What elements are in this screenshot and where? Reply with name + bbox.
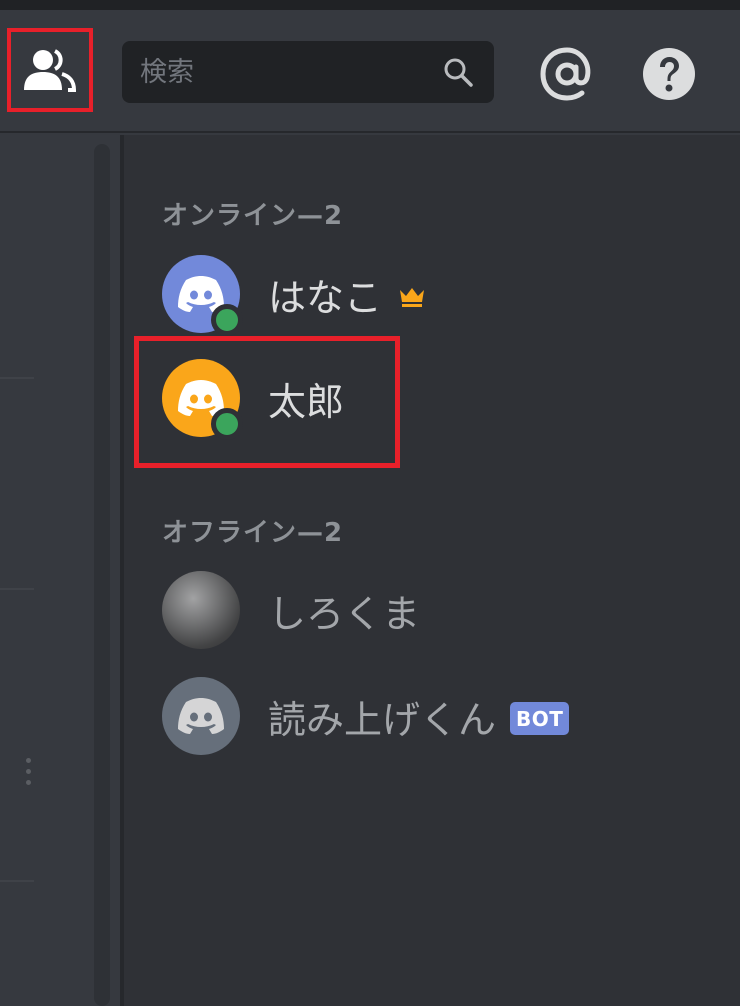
- chat-scrollbar[interactable]: [94, 144, 110, 1006]
- avatar: [162, 677, 240, 755]
- member-item[interactable]: しろくま: [162, 569, 722, 651]
- bot-tag: BOT: [510, 701, 570, 735]
- avatar: [162, 255, 243, 336]
- member-list-toggle-button[interactable]: [7, 28, 93, 112]
- search-input[interactable]: [138, 55, 432, 89]
- online-status-indicator: [211, 408, 243, 440]
- search-box[interactable]: [122, 41, 494, 103]
- avatar: [162, 359, 243, 440]
- crown-icon: [400, 288, 425, 307]
- search-icon: [444, 58, 473, 87]
- more-options-icon[interactable]: [25, 758, 33, 790]
- avatar-photo: [162, 571, 240, 649]
- help-icon: [643, 48, 695, 100]
- member-name: はなこ: [268, 275, 383, 320]
- divider: [0, 588, 34, 590]
- online-status-indicator: [211, 304, 243, 336]
- member-name: 読み上げくん: [268, 697, 497, 742]
- member-item[interactable]: はなこ: [162, 253, 722, 336]
- member-name: しろくま: [268, 591, 421, 636]
- member-item[interactable]: 太郎: [162, 357, 722, 440]
- discord-logo-icon: [178, 698, 224, 734]
- members-icon: [24, 49, 77, 92]
- divider: [0, 377, 34, 379]
- mention-icon: [540, 47, 591, 101]
- section-header-online: オンライン—2: [162, 201, 344, 231]
- member-name: 太郎: [268, 379, 345, 424]
- toolbar: [0, 10, 740, 133]
- divider: [0, 880, 34, 882]
- window-top-strip: [0, 0, 740, 10]
- mentions-button[interactable]: [535, 42, 599, 106]
- member-item[interactable]: 読み上げくん BOT: [162, 675, 722, 757]
- help-button[interactable]: [641, 46, 697, 102]
- section-header-offline: オフライン—2: [162, 518, 344, 548]
